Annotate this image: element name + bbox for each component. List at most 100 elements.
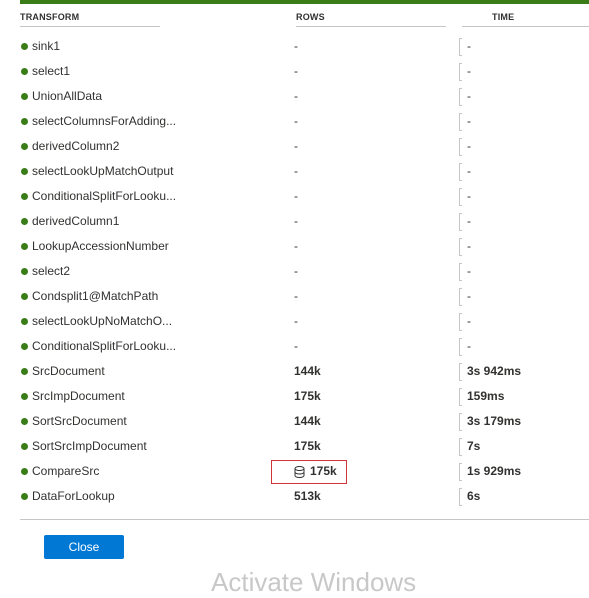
- column-header-time[interactable]: TIME: [462, 12, 589, 27]
- rows-count: -: [294, 264, 298, 278]
- status-dot-icon: [21, 293, 28, 300]
- time-bracket-divider: [459, 438, 462, 456]
- transform-name[interactable]: select1: [32, 64, 70, 78]
- table-row[interactable]: derivedColumn1 - -: [0, 210, 589, 235]
- table-row[interactable]: SrcDocument 144k 3s 942ms: [0, 360, 589, 385]
- transform-name[interactable]: SrcDocument: [32, 364, 105, 378]
- processing-time: -: [467, 339, 471, 353]
- processing-time: 3s 179ms: [467, 414, 522, 428]
- rows-count: -: [294, 289, 298, 303]
- transform-name[interactable]: sink1: [32, 39, 60, 53]
- transform-name[interactable]: ConditionalSplitForLooku...: [32, 339, 176, 353]
- processing-time: -: [467, 289, 471, 303]
- table-row[interactable]: selectColumnsForAdding... - -: [0, 110, 589, 135]
- cache-icon: [294, 466, 305, 478]
- processing-time: -: [467, 39, 471, 53]
- rows-count: -: [294, 164, 298, 178]
- status-dot-icon: [21, 368, 28, 375]
- table-row[interactable]: select1 - -: [0, 60, 589, 85]
- rows-count: 175k: [294, 439, 321, 453]
- time-bracket-divider: [459, 338, 462, 356]
- status-dot-icon: [21, 318, 28, 325]
- status-dot-icon: [21, 268, 28, 275]
- status-dot-icon: [21, 243, 28, 250]
- processing-time: -: [467, 214, 471, 228]
- status-dot-icon: [21, 93, 28, 100]
- transform-name[interactable]: selectLookUpNoMatchO...: [32, 314, 172, 328]
- table-row[interactable]: CompareSrc 175k 1s 929ms: [0, 460, 589, 485]
- table-row[interactable]: selectLookUpMatchOutput - -: [0, 160, 589, 185]
- table-row[interactable]: DataForLookup 513k 6s: [0, 485, 589, 510]
- processing-time: -: [467, 189, 471, 203]
- transform-name[interactable]: UnionAllData: [32, 89, 102, 103]
- table-row[interactable]: select2 - -: [0, 260, 589, 285]
- transform-name[interactable]: SrcImpDocument: [32, 389, 125, 403]
- status-dot-icon: [21, 218, 28, 225]
- time-bracket-divider: [459, 388, 462, 406]
- processing-time: -: [467, 239, 471, 253]
- time-bracket-divider: [459, 288, 462, 306]
- column-header-rows[interactable]: ROWS: [296, 12, 446, 27]
- rows-count: -: [294, 339, 298, 353]
- time-bracket-divider: [459, 63, 462, 81]
- rows-count: 513k: [294, 489, 321, 503]
- transform-name[interactable]: derivedColumn2: [32, 139, 119, 153]
- rows-count: 144k: [294, 364, 321, 378]
- table-row[interactable]: sink1 - -: [0, 35, 589, 60]
- time-bracket-divider: [459, 263, 462, 281]
- table-row[interactable]: ConditionalSplitForLooku... - -: [0, 185, 589, 210]
- transform-name[interactable]: SortSrcImpDocument: [32, 439, 147, 453]
- processing-time: -: [467, 264, 471, 278]
- rows-count: -: [294, 89, 298, 103]
- transform-name[interactable]: SortSrcDocument: [32, 414, 127, 428]
- transform-name[interactable]: CompareSrc: [32, 464, 99, 478]
- rows-count: 144k: [294, 414, 321, 428]
- processing-time: 7s: [467, 439, 481, 453]
- table-row[interactable]: SrcImpDocument 175k 159ms: [0, 385, 589, 410]
- processing-time: -: [467, 139, 471, 153]
- status-dot-icon: [21, 68, 28, 75]
- transform-name[interactable]: Condsplit1@MatchPath: [32, 289, 158, 303]
- table-row[interactable]: Condsplit1@MatchPath - -: [0, 285, 589, 310]
- close-button[interactable]: Close: [44, 535, 124, 559]
- processing-time: -: [467, 164, 471, 178]
- table-row[interactable]: LookupAccessionNumber - -: [0, 235, 589, 260]
- transform-name[interactable]: LookupAccessionNumber: [32, 239, 169, 253]
- processing-time: 3s 942ms: [467, 364, 522, 378]
- status-dot-icon: [21, 193, 28, 200]
- rows-count: 175k: [294, 389, 321, 403]
- rows-count: -: [294, 139, 298, 153]
- time-bracket-divider: [459, 238, 462, 256]
- table-row[interactable]: ConditionalSplitForLooku... - -: [0, 335, 589, 360]
- status-dot-icon: [21, 143, 28, 150]
- table-row[interactable]: SortSrcImpDocument 175k 7s: [0, 435, 589, 460]
- status-dot-icon: [21, 168, 28, 175]
- time-bracket-divider: [459, 313, 462, 331]
- time-bracket-divider: [459, 413, 462, 431]
- rows-count: 175k: [310, 464, 337, 478]
- divider: [20, 519, 589, 520]
- time-bracket-divider: [459, 113, 462, 131]
- time-bracket-divider: [459, 463, 462, 481]
- column-header-transform[interactable]: TRANSFORM: [20, 12, 160, 27]
- table-row[interactable]: selectLookUpNoMatchO... - -: [0, 310, 589, 335]
- table-row[interactable]: derivedColumn2 - -: [0, 135, 589, 160]
- table-row[interactable]: UnionAllData - -: [0, 85, 589, 110]
- transform-name[interactable]: DataForLookup: [32, 489, 115, 503]
- time-bracket-divider: [459, 38, 462, 56]
- table-row[interactable]: SortSrcDocument 144k 3s 179ms: [0, 410, 589, 435]
- transform-name[interactable]: selectColumnsForAdding...: [32, 114, 176, 128]
- status-dot-icon: [21, 493, 28, 500]
- time-bracket-divider: [459, 88, 462, 106]
- transform-name[interactable]: selectLookUpMatchOutput: [32, 164, 173, 178]
- transform-name[interactable]: select2: [32, 264, 70, 278]
- transform-name[interactable]: derivedColumn1: [32, 214, 119, 228]
- rows-count: -: [294, 239, 298, 253]
- rows-count: -: [294, 214, 298, 228]
- transform-name[interactable]: ConditionalSplitForLooku...: [32, 189, 176, 203]
- status-dot-icon: [21, 343, 28, 350]
- status-dot-icon: [21, 43, 28, 50]
- time-bracket-divider: [459, 488, 462, 506]
- time-bracket-divider: [459, 138, 462, 156]
- status-dot-icon: [21, 468, 28, 475]
